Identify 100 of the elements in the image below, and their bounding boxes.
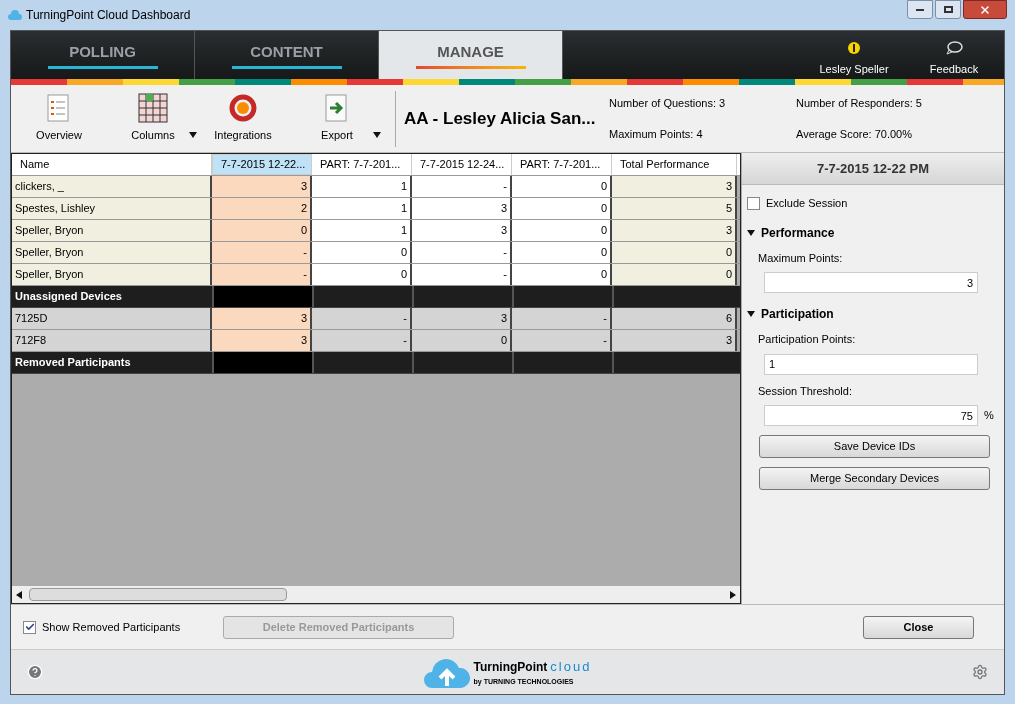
course-title: AA - Lesley Alicia San... <box>403 107 597 130</box>
section-header[interactable]: Performance <box>747 223 999 242</box>
table-cell: 0 <box>312 264 412 285</box>
stat-label: Maximum Points: 4 <box>609 126 704 142</box>
panel-button[interactable]: Merge Secondary Devices <box>759 467 990 490</box>
table-cell: 3 <box>412 220 512 241</box>
table-cell: - <box>412 264 512 285</box>
table-cell: - <box>312 308 412 329</box>
table-cell: 1 <box>312 176 412 197</box>
user-icon <box>848 40 860 55</box>
group-header: Unassigned Devices <box>14 289 123 305</box>
input-field[interactable]: 1 <box>764 353 978 375</box>
section-header[interactable]: Participation <box>747 305 999 323</box>
table-cell: - <box>312 330 412 351</box>
table-cell: 712F8 <box>12 330 212 351</box>
stat-label: Average Score: 70.00% <box>796 126 913 142</box>
table-cell: 0 <box>312 242 412 263</box>
grid-icon <box>138 93 168 124</box>
table-cell: 5 <box>612 198 737 219</box>
input-field[interactable]: 3 <box>764 272 978 293</box>
nav-tab[interactable]: MANAGE <box>379 31 563 79</box>
checkbox-label: Exclude Session <box>766 196 848 211</box>
checklist-icon <box>46 93 72 124</box>
table-cell: - <box>412 242 512 263</box>
table-cell: 3 <box>612 220 737 241</box>
cloud-icon <box>8 9 22 21</box>
feedback-button[interactable]: Feedback <box>904 31 1004 79</box>
table-cell: 0 <box>512 176 612 197</box>
field-label: Session Threshold: <box>758 383 853 399</box>
toolbar-button[interactable]: Export <box>297 88 377 149</box>
column-header[interactable]: 7-7-2015 12-24... <box>412 154 512 175</box>
table-cell: 0 <box>612 264 737 285</box>
table-cell: 3 <box>212 308 312 329</box>
field-label: Participation Points: <box>758 332 857 347</box>
table-cell: Speller, Bryon <box>12 242 212 263</box>
table-cell: 3 <box>212 176 312 197</box>
logo-brand: TurningPoint <box>473 659 548 676</box>
column-header[interactable]: 7-7-2015 12-22... <box>212 154 312 175</box>
stat-label: Number of Questions: 3 <box>609 96 727 111</box>
sync-icon <box>228 93 258 124</box>
column-header[interactable]: Total Performance <box>612 154 737 175</box>
checkbox-label: Show Removed Participants <box>42 619 181 635</box>
scrollbar-thumb[interactable] <box>29 588 287 601</box>
table-cell: 7125D <box>12 308 212 329</box>
table-cell: 6 <box>612 308 737 329</box>
settings-icon[interactable] <box>972 664 988 680</box>
caret-icon <box>747 228 755 237</box>
column-header[interactable]: PART: 7-7-201... <box>312 154 412 175</box>
help-icon[interactable] <box>27 664 43 680</box>
table-cell: 3 <box>612 330 737 351</box>
table-cell: - <box>212 242 312 263</box>
table-cell: Speller, Bryon <box>12 220 212 241</box>
close-button[interactable]: Close <box>863 615 974 639</box>
panel-title: 7-7-2015 12-22 PM <box>742 153 1004 185</box>
input-field[interactable]: 75 <box>764 405 978 426</box>
close-window-button[interactable] <box>963 0 1007 19</box>
window-title: TurningPoint Cloud Dashboard <box>26 7 191 24</box>
table-cell: Speller, Bryon <box>12 264 212 285</box>
checkbox[interactable] <box>747 196 760 210</box>
table-cell: 0 <box>512 242 612 263</box>
table-cell: 0 <box>512 264 612 285</box>
table-cell: 0 <box>612 242 737 263</box>
scroll-right-icon[interactable] <box>729 590 737 599</box>
table-cell: 0 <box>212 220 312 241</box>
table-cell: 2 <box>212 198 312 219</box>
checkbox[interactable] <box>23 620 36 634</box>
column-header[interactable]: PART: 7-7-201... <box>512 154 612 175</box>
export-icon <box>324 93 350 124</box>
field-label: Maximum Points: <box>758 250 844 266</box>
stat-label: Number of Responders: 5 <box>796 96 923 111</box>
scroll-left-icon[interactable] <box>15 590 23 599</box>
table-cell: Spestes, Lishley <box>12 198 212 219</box>
toolbar-button[interactable]: Columns <box>113 88 193 149</box>
table-cell: - <box>512 308 612 329</box>
table-cell: 1 <box>312 220 412 241</box>
table-cell: 3 <box>412 198 512 219</box>
table-cell: clickers, _ <box>12 176 212 197</box>
unit-label: % <box>984 408 994 424</box>
close-icon <box>979 3 991 16</box>
table-cell: - <box>212 264 312 285</box>
group-header: Removed Participants <box>14 355 132 371</box>
dropdown-caret-icon[interactable] <box>373 130 381 139</box>
table-cell: 3 <box>612 176 737 197</box>
speech-bubble-icon <box>945 40 963 55</box>
table-cell: 0 <box>412 330 512 351</box>
horizontal-scrollbar[interactable] <box>12 586 740 603</box>
minimize-button[interactable] <box>907 0 933 19</box>
logo-product: cloud <box>550 658 592 676</box>
table-cell: 0 <box>512 198 612 219</box>
toolbar-button[interactable]: Integrations <box>203 88 283 149</box>
table-cell: - <box>512 330 612 351</box>
table-cell: - <box>412 176 512 197</box>
maximize-button[interactable] <box>935 0 961 19</box>
dropdown-caret-icon[interactable] <box>189 130 197 139</box>
toolbar-button[interactable]: Overview <box>19 88 99 149</box>
table-cell: 0 <box>512 220 612 241</box>
user-button[interactable]: Lesley Speller <box>804 31 904 79</box>
table-cell: 1 <box>312 198 412 219</box>
table-cell: 3 <box>412 308 512 329</box>
panel-button[interactable]: Save Device IDs <box>759 435 990 458</box>
